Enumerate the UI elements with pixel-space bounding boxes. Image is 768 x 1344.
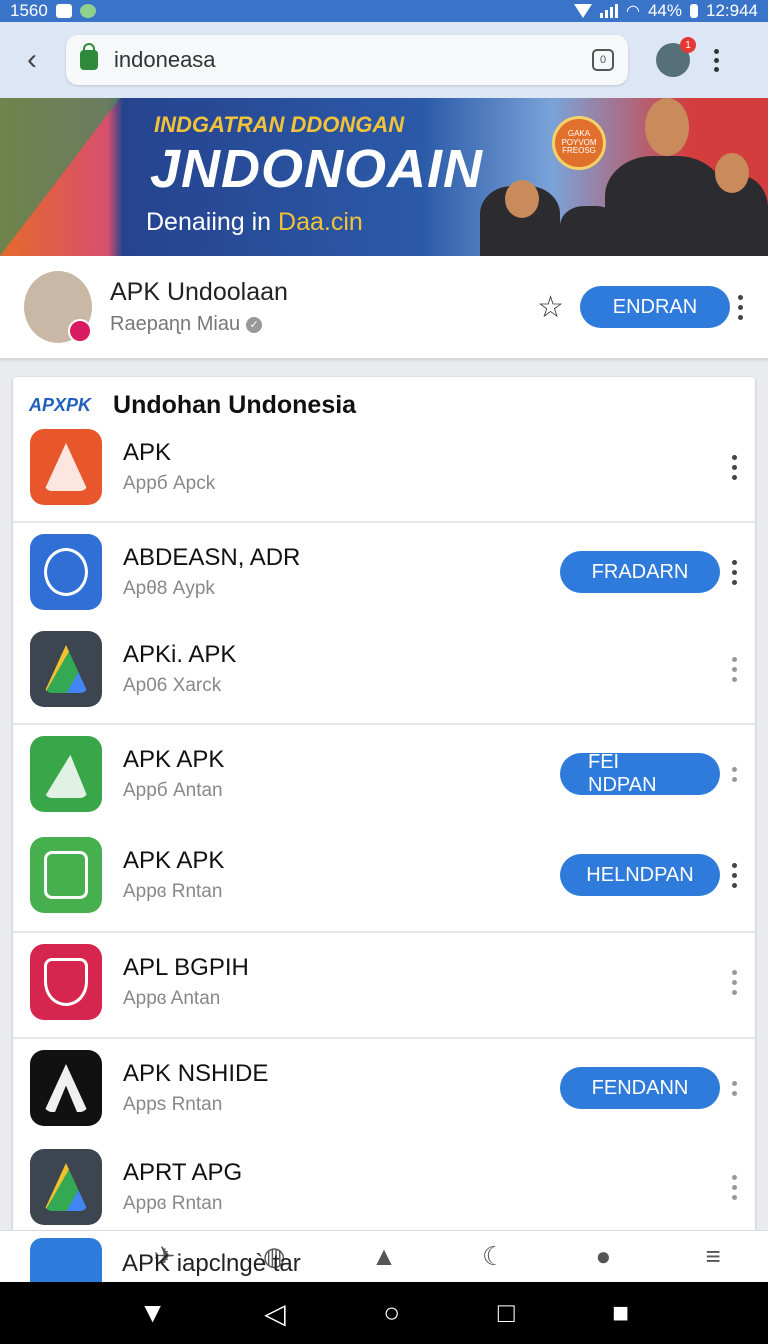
- cell-bars-icon: [600, 4, 618, 18]
- bottom-nav: ✕ ✈ ◍ ▲ ☾ ● ≡: [0, 1230, 768, 1282]
- item-menu-icon[interactable]: [730, 1174, 738, 1200]
- banner-title: JNDONOAIN: [150, 139, 484, 199]
- app-name: APKi. APK: [123, 641, 237, 668]
- apps-icon[interactable]: ▲: [367, 1240, 401, 1274]
- banner-shape: [0, 98, 120, 256]
- app-action-button[interactable]: HELNDPAN: [560, 854, 720, 896]
- system-nav-bar: ▼ ◁ ○ □ ■: [0, 1282, 768, 1344]
- app-action-button[interactable]: FRADARN: [560, 551, 720, 593]
- item-menu-icon[interactable]: [730, 969, 738, 995]
- signal-icon: [574, 4, 592, 18]
- url-text[interactable]: indoneasa: [114, 47, 592, 73]
- account-icon[interactable]: 1: [656, 37, 696, 77]
- app-subtitle: Appб Antan: [123, 780, 223, 801]
- app-icon[interactable]: [30, 534, 102, 610]
- battery-icon: [690, 4, 698, 18]
- item-menu-icon[interactable]: [730, 766, 738, 782]
- banner-subtitle: Denaiing in Daa.cin: [146, 208, 363, 237]
- app-icon[interactable]: [30, 631, 102, 707]
- item-menu-icon[interactable]: [730, 454, 738, 480]
- item-menu-icon[interactable]: [730, 862, 738, 888]
- item-menu-icon[interactable]: [730, 656, 738, 682]
- app-list-card: APXPK Undohan Undonesia APK Appб Apck ABD…: [13, 377, 755, 1257]
- banner-seal: GAKA POYVOM FREOSG: [552, 116, 606, 170]
- app-subtitle: Apθ8 Aуpk: [123, 578, 215, 599]
- app-subtitle: Appɞ Rntan: [123, 881, 223, 902]
- system-back-icon[interactable]: ◁: [264, 1297, 286, 1330]
- app-subtitle: Apps Rntan: [123, 1094, 223, 1115]
- channel-header: APK Undoolaan Raepaɳn Miau ✓ ☆ ENDRAN: [0, 256, 768, 358]
- profile-icon[interactable]: ●: [586, 1240, 620, 1274]
- channel-subtitle: Raepaɳn Miau: [110, 313, 241, 335]
- list-item[interactable]: ABDEASN, ADR Apθ8 Aуpk FRADARN: [13, 521, 755, 621]
- avatar-badge-icon: [68, 319, 92, 343]
- channel-menu-icon[interactable]: [736, 294, 744, 320]
- app-name: APK: [123, 439, 172, 466]
- browser-menu-icon[interactable]: [714, 48, 719, 72]
- app-icon[interactable]: [30, 944, 102, 1020]
- wifi-icon: ◠: [626, 3, 640, 20]
- moon-icon[interactable]: ☾: [477, 1240, 511, 1274]
- notification-badge: 1: [680, 37, 696, 53]
- star-icon[interactable]: ☆: [537, 290, 564, 325]
- system-extra-icon[interactable]: ■: [612, 1297, 629, 1329]
- banner-figure-head: [645, 98, 689, 156]
- banner-figure-head: [715, 153, 749, 193]
- app-name: APL BGPIH: [123, 954, 249, 981]
- lock-icon: [80, 43, 98, 70]
- list-item[interactable]: APK NSHIDE Apps Rntan FENDANN: [13, 1037, 755, 1137]
- list-item[interactable]: APK APK Appб Antan FEI NDPAN: [13, 723, 755, 823]
- app-name: APRT APG: [123, 1159, 243, 1186]
- browser-toolbar: ‹ indoneasa 0 1: [0, 22, 768, 98]
- edit-icon: [55, 4, 72, 18]
- app-name: APK NSHIDE: [123, 1060, 269, 1087]
- status-time-left: 1560: [10, 1, 48, 20]
- item-menu-icon[interactable]: [730, 559, 738, 585]
- app-name: ABDEASN, ADR: [123, 544, 301, 571]
- system-home-icon[interactable]: ○: [383, 1297, 400, 1329]
- tabs-count-icon[interactable]: 0: [592, 49, 614, 71]
- list-item[interactable]: APRT APG Appɞ Rntan: [13, 1137, 755, 1237]
- channel-name[interactable]: APK Undoolaan: [110, 278, 537, 307]
- list-title: Undohan Undonesia: [113, 390, 357, 419]
- address-bar[interactable]: indoneasa 0: [66, 35, 628, 85]
- banner-subtitle-prefix: Denaiing in: [146, 208, 272, 236]
- app-subtitle: Appб Apck: [123, 473, 216, 494]
- status-time: 12:944: [706, 1, 758, 20]
- app-icon[interactable]: [30, 1149, 102, 1225]
- hide-keyboard-icon[interactable]: ▼: [139, 1297, 167, 1329]
- app-action-button[interactable]: FENDANN: [560, 1067, 720, 1109]
- app-icon[interactable]: [30, 736, 102, 812]
- app-subtitle: Ap06 Xarck: [123, 675, 222, 696]
- app-name: APK APK: [123, 746, 225, 773]
- list-logo: APXPK: [29, 394, 92, 415]
- peek-app-icon: [30, 1238, 102, 1282]
- list-item[interactable]: APK APK Appɞ Rntan HELNDPAN: [13, 825, 755, 925]
- list-item[interactable]: APL BGPIH Appɞ Antan: [13, 931, 755, 1031]
- channel-action-button[interactable]: ENDRAN: [580, 286, 730, 328]
- app-subtitle: Appɞ Antan: [123, 988, 221, 1009]
- peek-text: AРK iapclngè tar: [122, 1250, 301, 1277]
- back-arrow-icon[interactable]: ‹: [16, 43, 48, 76]
- app-icon[interactable]: [30, 429, 102, 505]
- app-name: APK APK: [123, 847, 225, 874]
- app-action-button[interactable]: FEI NDPAN: [560, 751, 720, 796]
- app-subtitle: Appɞ Rntan: [123, 1193, 223, 1214]
- banner-figure-head: [505, 180, 539, 218]
- banner-subtitle-highlight: Daa.cin: [278, 208, 363, 236]
- status-bar: 1560 ◠ 44% 12:944: [0, 0, 768, 22]
- channel-banner: INDGATRAN DDONGAN JNDONOAIN Denaiing in …: [0, 98, 768, 256]
- app-icon[interactable]: [30, 1050, 102, 1126]
- menu-icon[interactable]: ≡: [696, 1240, 730, 1274]
- system-recents-icon[interactable]: □: [498, 1297, 515, 1329]
- battery-percent: 44%: [647, 1, 682, 20]
- banner-supertitle: INDGATRAN DDONGAN: [154, 112, 405, 137]
- list-item[interactable]: APK Appб Apck: [13, 417, 755, 517]
- verified-icon: ✓: [246, 316, 263, 333]
- channel-avatar[interactable]: [24, 271, 92, 343]
- app-icon[interactable]: [30, 837, 102, 913]
- list-item[interactable]: APKi. APK Ap06 Xarck: [13, 619, 755, 719]
- item-menu-icon[interactable]: [730, 1080, 738, 1096]
- app-notification-icon: [79, 4, 96, 18]
